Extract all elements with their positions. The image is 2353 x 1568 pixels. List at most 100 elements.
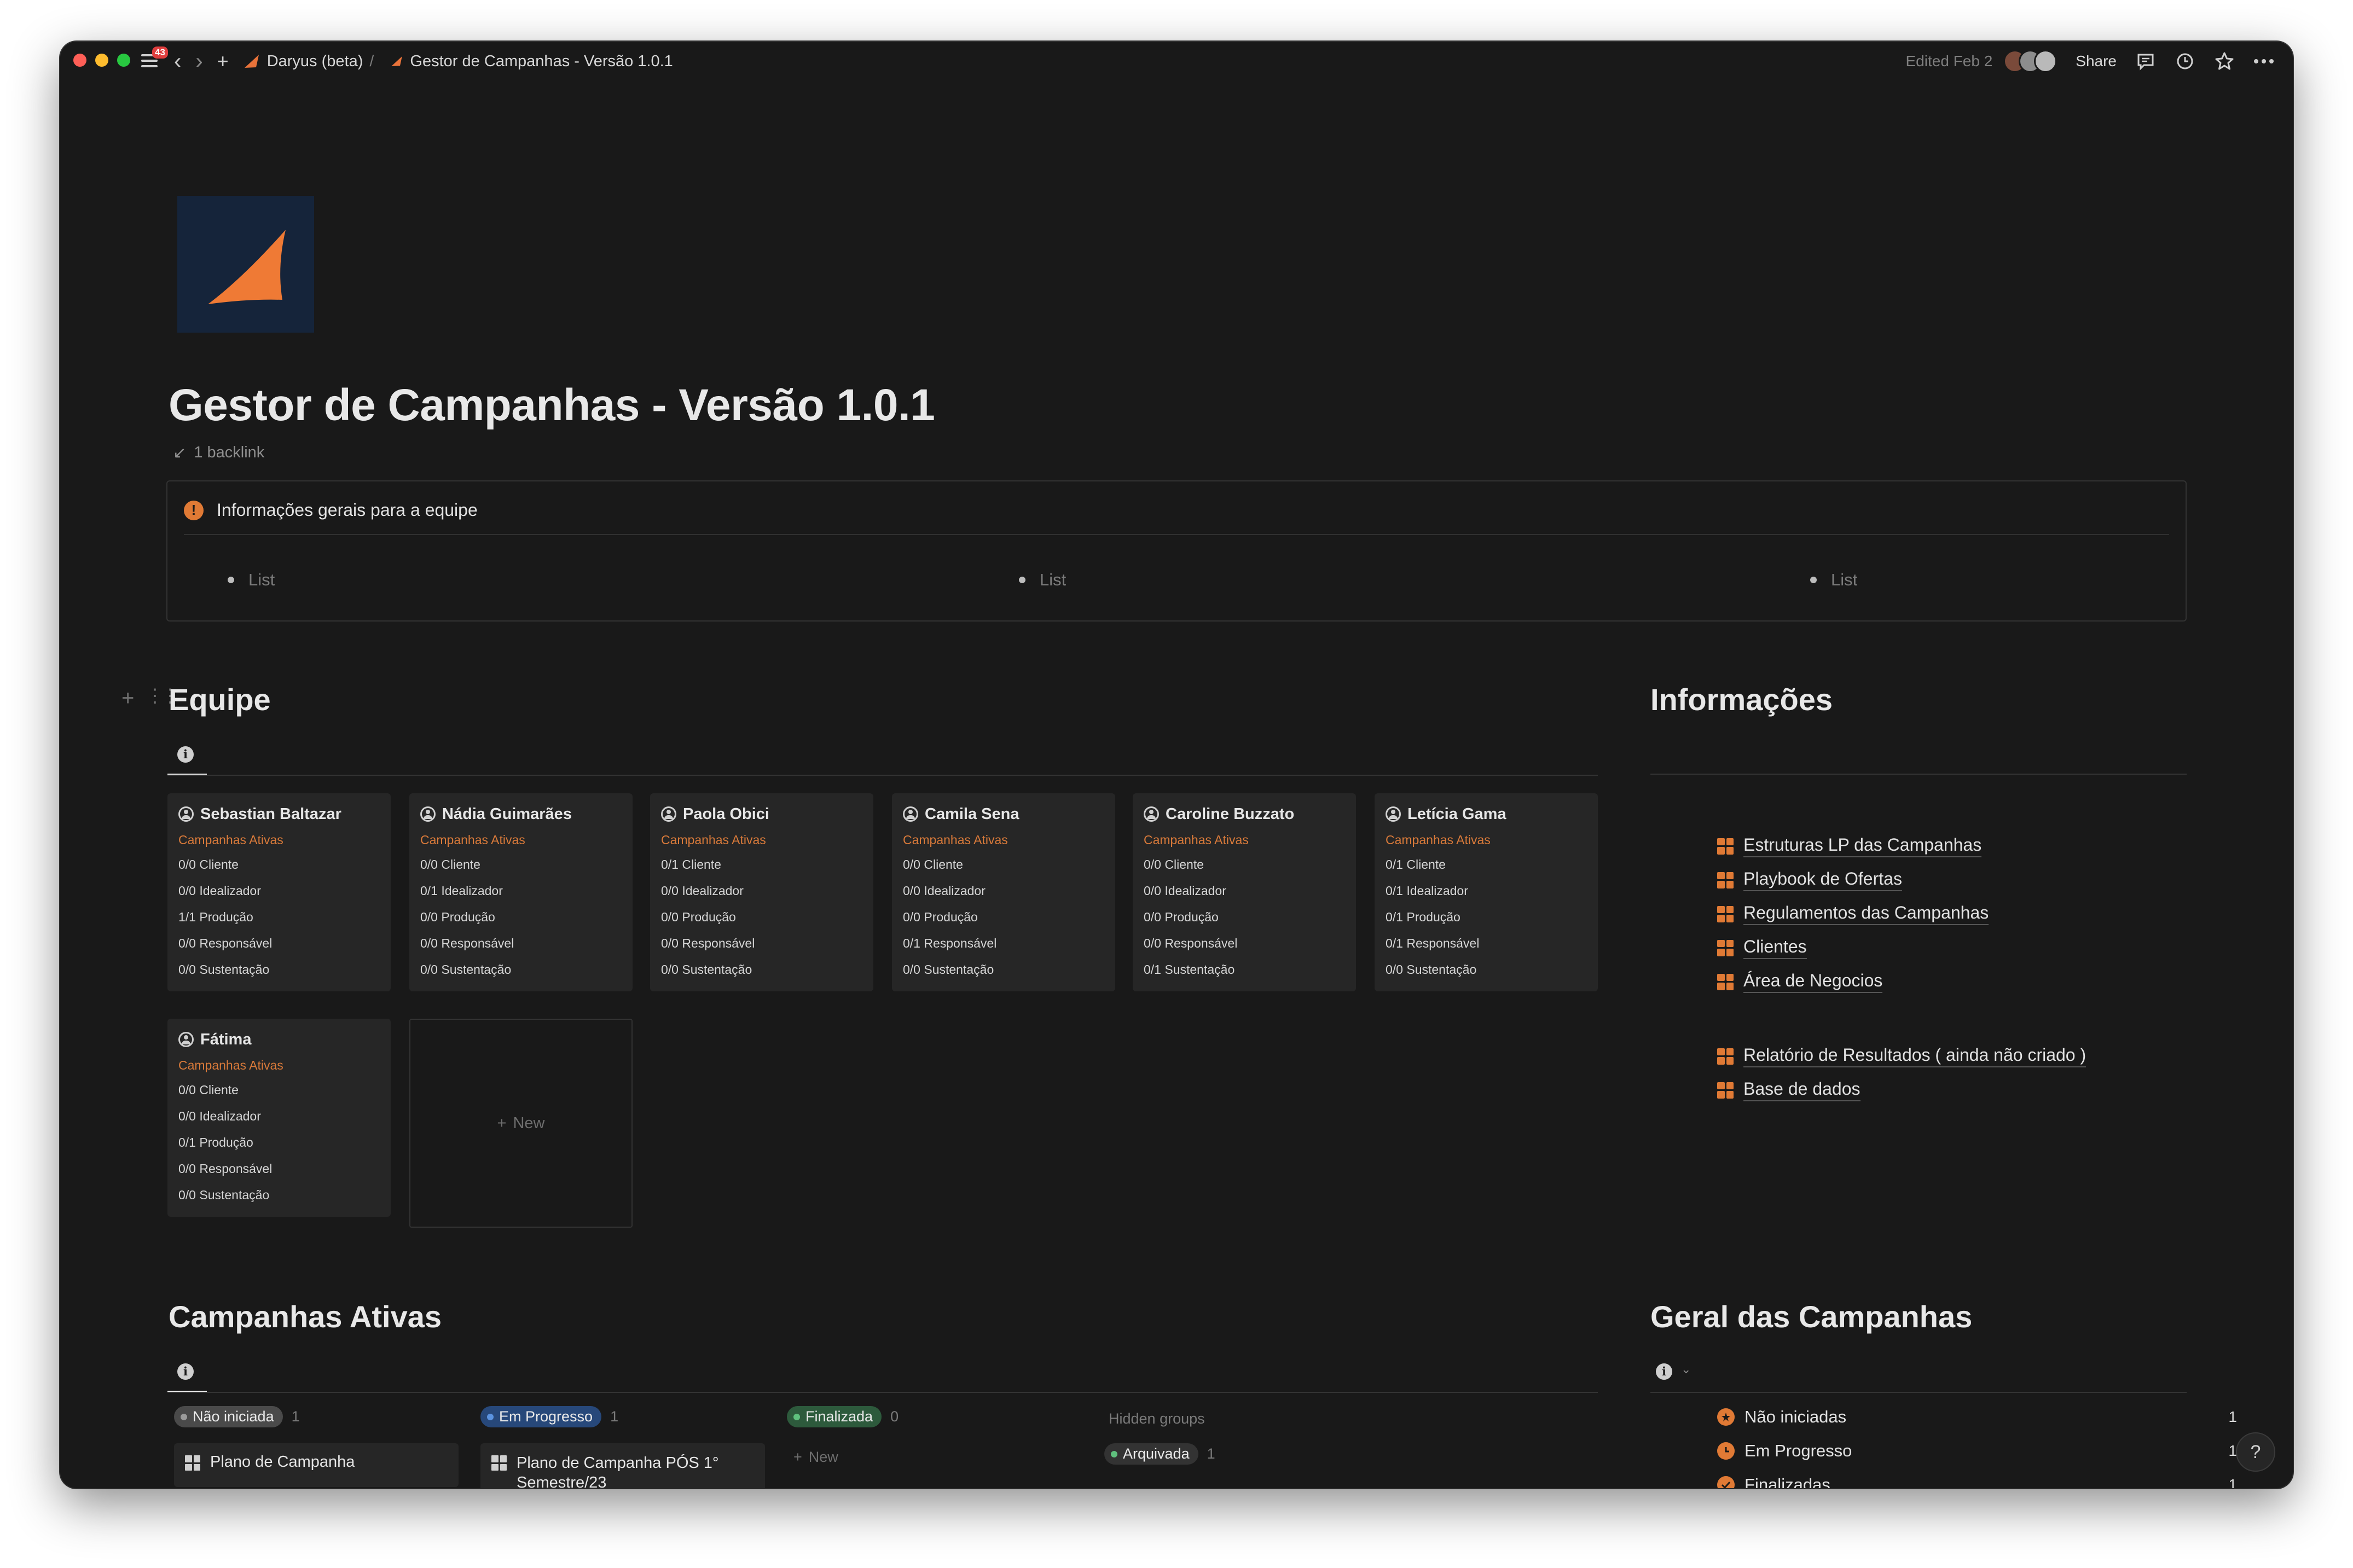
equipe-heading[interactable]: Equipe [169, 682, 271, 717]
team-member-card[interactable]: Camila Sena Campanhas Ativas 0/0 Cliente 0/… [892, 793, 1115, 991]
sidebar-menu-icon[interactable]: 43 [141, 47, 168, 69]
team-member-rollup: 0/0 Idealizador [661, 884, 744, 898]
board-card[interactable]: Plano de Campanha PÓS 1° Semestre/23 [480, 1443, 765, 1488]
geral-view-tab[interactable]: i ⌄ [1650, 1357, 1711, 1393]
info-icon: i [177, 746, 194, 763]
new-card-button[interactable]: + New [409, 1019, 633, 1228]
geral-row[interactable]: Finalizadas 1 [1717, 1475, 2237, 1488]
database-link[interactable]: Relatório de Resultados ( ainda não cria… [1717, 1045, 2087, 1067]
workspace-logo-icon [244, 55, 259, 68]
team-member-relation[interactable]: Campanhas Ativas [661, 833, 862, 851]
team-member-card[interactable]: Paola Obici Campanhas Ativas 0/1 Cliente 0/… [650, 793, 873, 991]
collaborator-avatars[interactable] [2003, 50, 2058, 73]
status-pill: Não iniciada [174, 1406, 283, 1427]
list-item[interactable]: List [1810, 570, 1857, 590]
informacoes-heading[interactable]: Informações [1650, 682, 1833, 717]
database-link[interactable]: Playbook de Ofertas [1717, 869, 1902, 891]
share-button[interactable]: Share [2076, 53, 2117, 70]
list-item[interactable]: List [1019, 570, 1066, 590]
backlink[interactable]: ↙ 1 backlink [173, 443, 264, 462]
list-item[interactable]: List [228, 570, 275, 590]
app-window: 43 ‹ › + Daryus (beta) / Gestor de Campa… [60, 42, 2293, 1488]
team-member-relation[interactable]: Campanhas Ativas [1386, 833, 1587, 851]
team-member-rollup: 0/0 Responsável [1144, 936, 1238, 950]
team-member-rollup: 0/0 Cliente [178, 1083, 239, 1097]
new-page-plus-icon[interactable]: + [217, 51, 229, 71]
window-controls [73, 54, 130, 67]
done-check-icon [1717, 1476, 1735, 1488]
database-link[interactable]: Clientes [1717, 937, 1807, 959]
campanhas-heading[interactable]: Campanhas Ativas [169, 1299, 442, 1334]
team-member-relation[interactable]: Campanhas Ativas [178, 833, 380, 851]
team-member-relation[interactable]: Campanhas Ativas [420, 833, 622, 851]
status-pill: Arquivada [1104, 1443, 1198, 1465]
team-member-card[interactable]: Letícia Gama Campanhas Ativas 0/1 Cliente 0… [1375, 793, 1598, 991]
database-page-icon [185, 1455, 200, 1471]
forward-arrow-icon[interactable]: › [195, 50, 202, 72]
favorite-star-icon[interactable] [2214, 51, 2235, 72]
breadcrumb-workspace[interactable]: Daryus (beta) [267, 53, 363, 71]
database-link-text: Regulamentos das Campanhas [1743, 903, 1989, 925]
plus-icon: + [793, 1449, 802, 1465]
page-icon[interactable] [177, 196, 314, 333]
geral-heading[interactable]: Geral das Campanhas [1650, 1299, 1972, 1334]
zoom-window-button[interactable] [117, 54, 130, 67]
database-grid-icon [1717, 872, 1734, 888]
help-button[interactable]: ? [2236, 1432, 2275, 1472]
status-pill: Finalizada [787, 1406, 882, 1427]
new-card-label: New [513, 1114, 545, 1132]
team-member-rollup: 0/0 Idealizador [903, 884, 986, 898]
team-member-name: Letícia Gama [1386, 802, 1587, 826]
group-arquivada[interactable]: Arquivada 1 [1104, 1443, 1215, 1465]
info-icon: i [1656, 1363, 1672, 1380]
add-block-plus-icon[interactable]: + [121, 686, 134, 711]
history-clock-icon[interactable] [2175, 51, 2195, 72]
group-nao-iniciada[interactable]: Não iniciada 1 [174, 1406, 300, 1427]
group-em-progresso[interactable]: Em Progresso 1 [480, 1406, 618, 1427]
callout-divider [184, 534, 2169, 535]
person-icon [178, 1032, 194, 1047]
database-grid-icon [1717, 905, 1734, 922]
avatar [2034, 50, 2058, 73]
team-member-rollup: 0/1 Sustentação [1144, 962, 1235, 977]
breadcrumb-page[interactable]: Gestor de Campanhas - Versão 1.0.1 [410, 53, 673, 71]
board-new-button[interactable]: + New [793, 1449, 838, 1466]
geral-row-count: 1 [2228, 1408, 2237, 1425]
team-member-card[interactable]: Sebastian Baltazar Campanhas Ativas 0/0 Cl… [167, 793, 391, 991]
more-options-icon[interactable] [2253, 51, 2274, 72]
board-card[interactable]: Plano de Campanha [174, 1443, 459, 1487]
database-link[interactable]: Regulamentos das Campanhas [1717, 903, 1989, 925]
database-link[interactable]: Área de Negocios [1717, 971, 1883, 993]
database-link[interactable]: Base de dados [1717, 1079, 1861, 1101]
status-pill-label: Finalizada [805, 1408, 873, 1425]
team-member-rollup: 0/0 Idealizador [178, 1109, 261, 1123]
status-dot [181, 1413, 187, 1420]
geral-row-count: 1 [2228, 1476, 2237, 1488]
geral-row[interactable]: Em Progresso 1 [1717, 1441, 2237, 1461]
team-member-rollup: 0/1 Responsável [903, 936, 997, 950]
team-member-relation[interactable]: Campanhas Ativas [1144, 833, 1345, 851]
geral-row[interactable]: Não iniciadas 1 [1717, 1407, 2237, 1427]
back-arrow-icon[interactable]: ‹ [174, 50, 181, 72]
page-title[interactable]: Gestor de Campanhas - Versão 1.0.1 [169, 380, 935, 431]
team-member-relation[interactable]: Campanhas Ativas [178, 1058, 380, 1077]
campanhas-view-tab[interactable]: i [167, 1357, 207, 1393]
close-window-button[interactable] [73, 54, 86, 67]
team-member-rollup: 0/0 Sustentação [661, 962, 752, 977]
team-member-card[interactable]: Caroline Buzzato Campanhas Ativas 0/0 Clie… [1133, 793, 1356, 991]
team-member-card[interactable]: Fátima Campanhas Ativas 0/0 Cliente 0/0 Ide… [167, 1019, 391, 1217]
team-member-rollup: 0/0 Produção [903, 910, 978, 924]
database-link[interactable]: Estruturas LP das Campanhas [1717, 835, 1982, 857]
team-member-relation[interactable]: Campanhas Ativas [903, 833, 1104, 851]
callout-text[interactable]: Informações gerais para a equipe [217, 500, 478, 520]
team-member-card[interactable]: Nádia Guimarães Campanhas Ativas 0/0 Clien… [409, 793, 633, 991]
status-dot [1111, 1450, 1117, 1457]
group-finalizada[interactable]: Finalizada 0 [787, 1406, 899, 1427]
comments-icon[interactable] [2135, 51, 2156, 72]
page-logo-icon [391, 56, 403, 66]
notification-badge: 43 [152, 47, 168, 59]
equipe-view-tab[interactable]: i [167, 740, 207, 776]
minimize-window-button[interactable] [95, 54, 108, 67]
database-grid-icon [1717, 838, 1734, 855]
team-member-rollup: 0/0 Cliente [420, 857, 480, 872]
